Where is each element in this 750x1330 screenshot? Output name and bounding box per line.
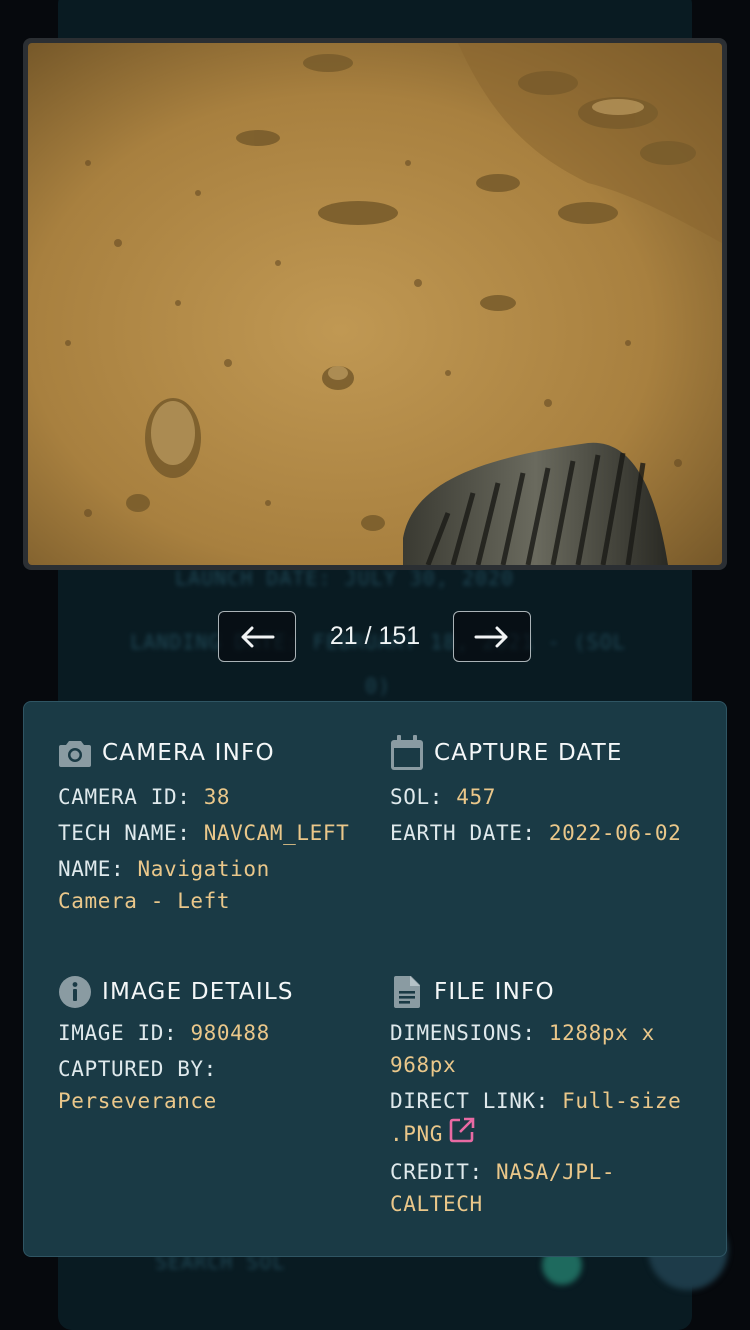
- mars-photo: [23, 38, 727, 570]
- image-details-section: IMAGE DETAILS IMAGE ID: 980488 CAPTURED …: [58, 975, 358, 1117]
- mars-photo-image: [28, 43, 722, 565]
- document-icon: [390, 975, 424, 1009]
- camera-name-field: NAME: Navigation Camera - Left: [58, 857, 270, 913]
- direct-link-field: DIRECT LINK: Full-size .PNG: [390, 1085, 690, 1152]
- file-info-title: FILE INFO: [434, 979, 555, 1005]
- dimensions-field: DIMENSIONS: 1288px x 968px: [390, 1021, 655, 1077]
- earth-date-field: EARTH DATE: 2022-06-02: [390, 821, 682, 845]
- camera-id-field: CAMERA ID: 38: [58, 785, 231, 809]
- tech-name-field: TECH NAME: NAVCAM_LEFT: [58, 821, 350, 845]
- camera-info-title: CAMERA INFO: [102, 740, 275, 766]
- image-info-panel: CAMERA INFO CAMERA ID: 38 TECH NAME: NAV…: [23, 701, 727, 1257]
- image-details-title: IMAGE DETAILS: [102, 979, 294, 1005]
- next-image-button[interactable]: [453, 611, 531, 662]
- calendar-icon: [390, 735, 424, 770]
- external-link-icon[interactable]: [449, 1117, 475, 1152]
- credit-field: CREDIT: NASA/JPL-CALTECH: [390, 1160, 616, 1216]
- capture-date-section: CAPTURE DATE SOL: 457 EARTH DATE: 2022-0…: [390, 735, 690, 849]
- arrow-right-icon: [474, 626, 508, 647]
- previous-image-button[interactable]: [218, 611, 296, 662]
- captured-by-field: CAPTURED BY: Perseverance: [58, 1057, 217, 1113]
- image-id-field: IMAGE ID: 980488: [58, 1021, 270, 1045]
- camera-icon: [58, 736, 92, 770]
- gallery-navigation: 21 / 151: [0, 611, 750, 664]
- image-counter: 21 / 151: [329, 622, 421, 650]
- info-icon: [58, 975, 92, 1009]
- capture-date-title: CAPTURE DATE: [434, 740, 623, 766]
- sol-field: SOL: 457: [390, 785, 496, 809]
- camera-info-section: CAMERA INFO CAMERA ID: 38 TECH NAME: NAV…: [58, 736, 358, 917]
- arrow-left-icon: [241, 626, 275, 647]
- file-info-section: FILE INFO DIMENSIONS: 1288px x 968px DIR…: [390, 975, 690, 1220]
